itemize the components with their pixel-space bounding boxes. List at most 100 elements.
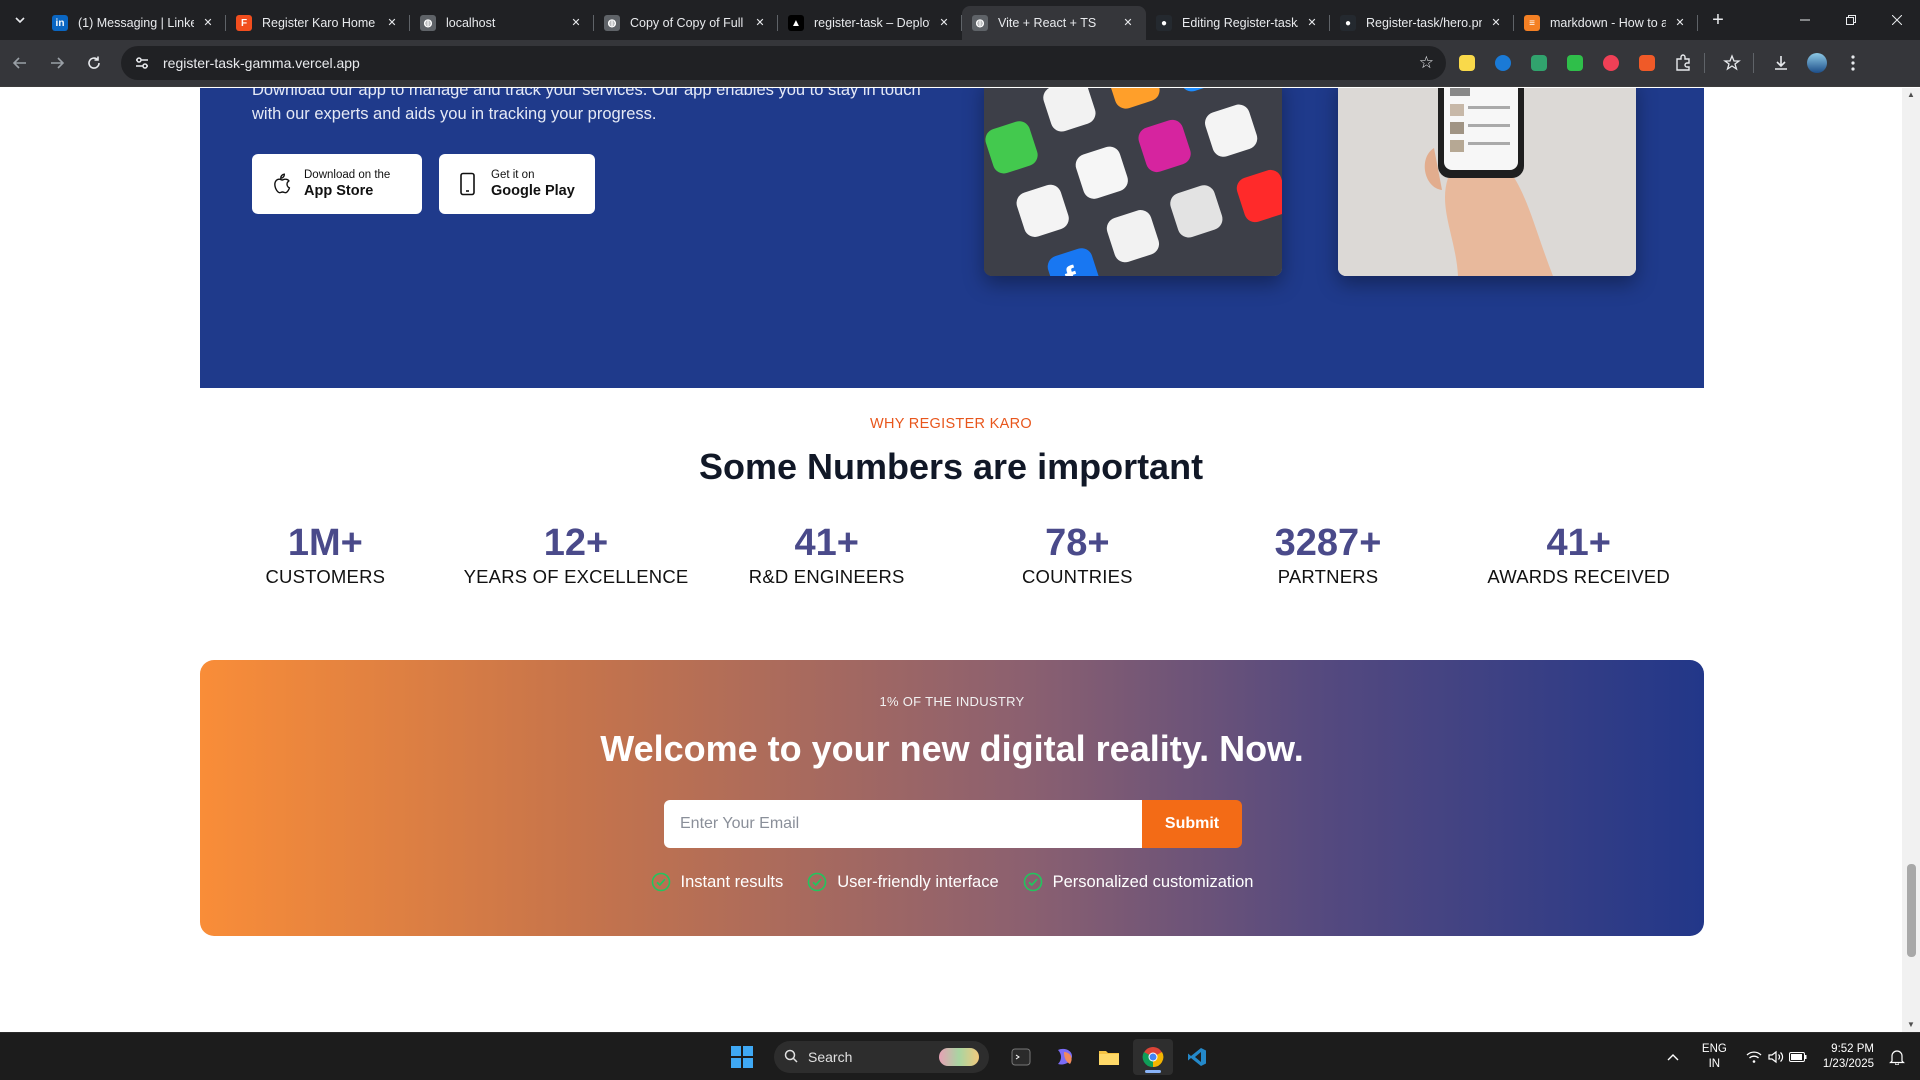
- browser-tab[interactable]: in (1) Messaging | LinkedIn ✕: [42, 6, 226, 40]
- browser-toolbar: register-task-gamma.vercel.app ☆: [0, 40, 1920, 87]
- wifi-icon[interactable]: [1743, 1046, 1765, 1068]
- tab-title: Register Karo Home Page: [262, 16, 378, 30]
- scrollbar-thumb[interactable]: [1907, 864, 1916, 957]
- stat-value: 1M+: [287, 522, 363, 564]
- close-tab-icon[interactable]: ✕: [200, 15, 216, 31]
- browser-tab[interactable]: ◍ localhost ✕: [410, 6, 594, 40]
- google-play-small-label: Get it on: [491, 169, 535, 181]
- page-viewport: Download our app to manage and track you…: [0, 88, 1902, 1032]
- close-window-button[interactable]: [1874, 0, 1920, 40]
- vscode-app-icon[interactable]: [1177, 1039, 1217, 1075]
- file-explorer-app-icon[interactable]: [1089, 1039, 1129, 1075]
- forward-button[interactable]: [40, 46, 74, 80]
- puzzle-icon: [1676, 54, 1690, 71]
- copilot-app-icon[interactable]: [1045, 1039, 1085, 1075]
- close-tab-icon[interactable]: ✕: [936, 15, 952, 31]
- tab-title: Register-task/hero.png: [1366, 16, 1482, 30]
- battery-icon[interactable]: [1787, 1046, 1809, 1068]
- clock-date: 1/23/2025: [1822, 1058, 1874, 1070]
- email-input[interactable]: [664, 800, 1142, 848]
- cta-eyebrow: 1% OF THE INDUSTRY: [879, 694, 1025, 709]
- app-store-button[interactable]: Download on the App Store: [252, 154, 422, 214]
- stat-value: 41+: [794, 522, 859, 564]
- globe-icon: ◍: [972, 15, 988, 31]
- stat-label: R&D ENGINEERS: [748, 566, 905, 587]
- arrow-right-icon: [51, 57, 65, 69]
- figma-icon: F: [236, 15, 252, 31]
- taskbar-search[interactable]: Search: [774, 1041, 989, 1073]
- tab-title: Vite + React + TS: [998, 16, 1097, 30]
- browser-tab[interactable]: ● Editing Register-task/README ✕: [1146, 6, 1330, 40]
- toolbar-divider: [1753, 53, 1754, 73]
- extension-butterfly-icon[interactable]: [1524, 48, 1554, 78]
- kebab-icon: [1851, 55, 1855, 71]
- profile-avatar[interactable]: [1802, 48, 1832, 78]
- browser-menu-icon[interactable]: [1838, 48, 1868, 78]
- stats-row: 1M+ CUSTOMERS 12+ YEARS OF EXCELLENCE 41…: [200, 520, 1704, 588]
- terminal-app-icon[interactable]: [1001, 1039, 1041, 1075]
- reload-button[interactable]: [77, 46, 111, 80]
- vercel-icon: ▲: [788, 15, 804, 31]
- scroll-down-arrow-icon[interactable]: ▼: [1906, 1020, 1916, 1029]
- downloads-icon[interactable]: [1766, 48, 1796, 78]
- url-text[interactable]: register-task-gamma.vercel.app: [163, 55, 1419, 71]
- browser-tab[interactable]: ▲ register-task – Deployment ✕: [778, 6, 962, 40]
- github-icon: ●: [1156, 15, 1172, 31]
- close-tab-icon[interactable]: ✕: [1672, 15, 1688, 31]
- browser-tab-bar: in (1) Messaging | LinkedIn ✕ F Register Kar…: [0, 0, 1920, 40]
- extension-green-icon[interactable]: [1560, 48, 1590, 78]
- close-tab-icon[interactable]: ✕: [752, 15, 768, 31]
- taskbar-clock[interactable]: 9:52 PM 1/23/2025: [1823, 1042, 1874, 1072]
- browser-tab[interactable]: ◍ Vite + React + TS ✕: [962, 6, 1146, 40]
- back-button[interactable]: [3, 46, 37, 80]
- feature-list: Instant results User-friendly interface …: [200, 872, 1704, 892]
- window-controls: [1782, 0, 1920, 40]
- submit-button[interactable]: Submit: [1142, 800, 1242, 848]
- extensions-puzzle-icon[interactable]: [1668, 48, 1698, 78]
- scroll-up-arrow-icon[interactable]: ▲: [1906, 90, 1916, 99]
- globe-icon: ◍: [604, 15, 620, 31]
- bookmark-star-icon[interactable]: ☆: [1419, 53, 1434, 73]
- stat-label: CUSTOMERS: [265, 566, 386, 587]
- new-tab-button[interactable]: +: [1704, 6, 1732, 34]
- google-play-button[interactable]: Get it on Google Play: [439, 154, 595, 214]
- section-heading: Some Numbers are important: [698, 446, 1204, 487]
- stat-label: PARTNERS: [1277, 566, 1379, 587]
- close-tab-icon[interactable]: ✕: [1304, 15, 1320, 31]
- chrome-app-icon[interactable]: [1133, 1039, 1173, 1075]
- close-tab-icon[interactable]: ✕: [1488, 15, 1504, 31]
- lang-code: ENG: [1701, 1043, 1727, 1055]
- restore-button[interactable]: [1828, 0, 1874, 40]
- section-eyebrow: WHY REGISTER KARO: [870, 416, 1032, 432]
- browser-tab[interactable]: F Register Karo Home Page ✕: [226, 6, 410, 40]
- check-circle-icon: [1023, 872, 1042, 892]
- stat-value: 41+: [1546, 522, 1611, 564]
- globe-icon: ◍: [420, 15, 436, 31]
- extension-pocket-icon[interactable]: [1596, 48, 1626, 78]
- windows-start-icon[interactable]: [722, 1039, 762, 1075]
- stat-label: AWARDS RECEIVED: [1487, 566, 1670, 587]
- download-icon: [1775, 56, 1787, 70]
- browser-tab[interactable]: ● Register-task/hero.png ✕: [1330, 6, 1514, 40]
- browser-tab[interactable]: ◍ Copy of Copy of Full Stack ✕: [594, 6, 778, 40]
- address-bar[interactable]: register-task-gamma.vercel.app ☆: [121, 46, 1446, 80]
- volume-icon[interactable]: [1765, 1046, 1787, 1068]
- bookmarks-icon[interactable]: [1717, 48, 1747, 78]
- close-tab-icon[interactable]: ✕: [384, 15, 400, 31]
- input-language-indicator[interactable]: ENG IN: [1702, 1042, 1727, 1072]
- tune-icon: [136, 57, 148, 69]
- notifications-bell-icon[interactable]: [1886, 1046, 1908, 1068]
- extension-orange-icon[interactable]: [1632, 48, 1662, 78]
- minimize-icon: [1800, 19, 1810, 21]
- close-tab-icon[interactable]: ✕: [1120, 15, 1136, 31]
- site-info-icon[interactable]: [133, 54, 151, 72]
- tray-overflow-chevron-icon[interactable]: [1662, 1046, 1684, 1068]
- extension-edge-icon[interactable]: [1488, 48, 1518, 78]
- browser-tab[interactable]: ≡ markdown - How to add ✕: [1514, 6, 1698, 40]
- tab-search-menu-button[interactable]: [6, 6, 34, 34]
- extension-notes-icon[interactable]: [1452, 48, 1482, 78]
- minimize-button[interactable]: [1782, 0, 1828, 40]
- close-tab-icon[interactable]: ✕: [568, 15, 584, 31]
- search-label: Search: [808, 1049, 853, 1065]
- apple-icon: [268, 171, 294, 197]
